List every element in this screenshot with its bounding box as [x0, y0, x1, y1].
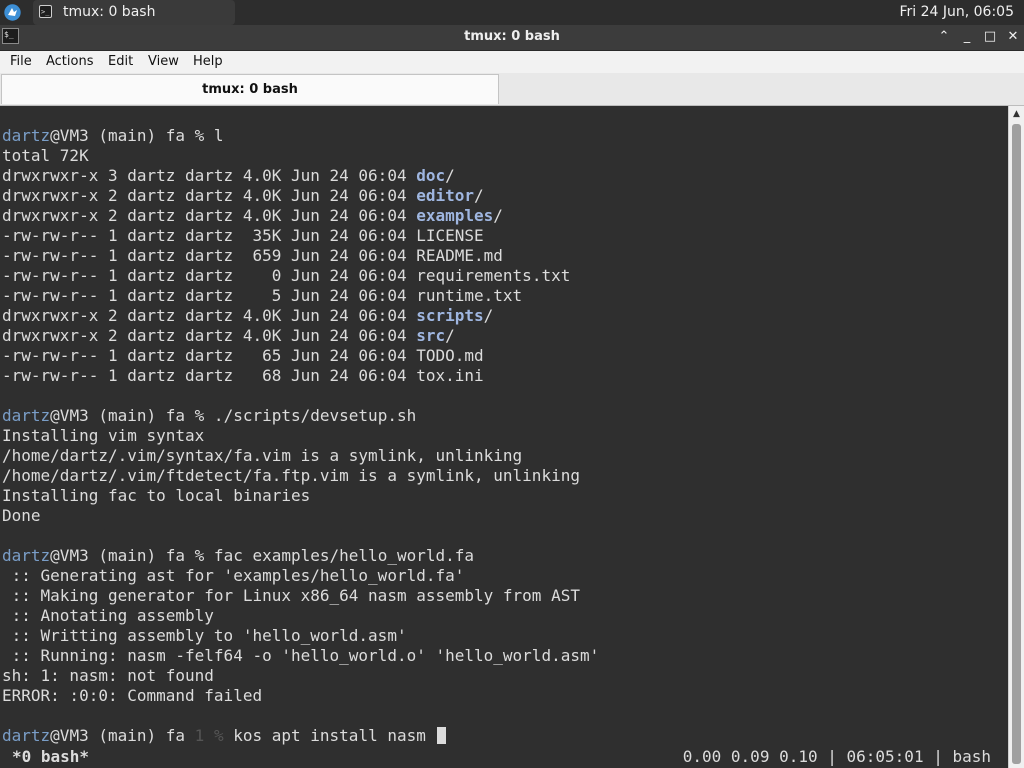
- exit-code: 1 %: [194, 726, 224, 745]
- start-menu-icon[interactable]: [4, 4, 21, 21]
- taskbar-item-tmux[interactable]: >_ tmux: 0 bash: [33, 0, 235, 25]
- ls-entry-suffix: /: [445, 166, 455, 185]
- file-name: README.md: [416, 246, 503, 265]
- tmux-window-indicator[interactable]: *0 bash*: [12, 746, 89, 768]
- output-line: :: Writting assembly to 'hello_world.asm…: [2, 626, 407, 645]
- prompt-user: dartz: [2, 126, 51, 145]
- output-line: Installing fac to local binaries: [2, 486, 311, 505]
- prompt-user: dartz: [2, 726, 51, 745]
- ls-entry-meta: drwxrwxr-x 2 dartz dartz 4.0K Jun 24 06:…: [2, 186, 417, 205]
- ls-entry-meta: drwxrwxr-x 2 dartz dartz 4.0K Jun 24 06:…: [2, 206, 417, 225]
- ls-entry-meta: drwxrwxr-x 2 dartz dartz 4.0K Jun 24 06:…: [2, 306, 417, 325]
- output-line: :: Making generator for Linux x86_64 nas…: [2, 586, 580, 605]
- window-title: tmux: 0 bash: [464, 29, 560, 44]
- output-line: Installing vim syntax: [2, 426, 205, 445]
- output-line: :: Anotating assembly: [2, 606, 214, 625]
- prompt-line: dartz@VM3 (main) fa % fac examples/hello…: [2, 546, 474, 566]
- prompt-text: @VM3 (main) fa: [50, 726, 195, 745]
- ls-entry: drwxrwxr-x 2 dartz dartz 4.0K Jun 24 06:…: [2, 186, 484, 206]
- ls-entry-suffix: /: [445, 326, 455, 345]
- ls-entry-meta: -rw-rw-r-- 1 dartz dartz 0 Jun 24 06:04: [2, 266, 417, 285]
- ls-entry: drwxrwxr-x 3 dartz dartz 4.0K Jun 24 06:…: [2, 166, 455, 186]
- ls-entry-suffix: /: [493, 206, 503, 225]
- current-prompt-line: dartz@VM3 (main) fa 1 % kos apt install …: [2, 726, 446, 746]
- menu-help[interactable]: Help: [193, 54, 223, 69]
- ls-entry-meta: drwxrwxr-x 3 dartz dartz 4.0K Jun 24 06:…: [2, 166, 417, 185]
- prompt-user: dartz: [2, 546, 51, 565]
- prompt-line: dartz@VM3 (main) fa % l: [2, 126, 224, 146]
- file-name: LICENSE: [416, 226, 484, 245]
- directory-name: examples: [416, 206, 494, 225]
- command-text: @VM3 (main) fa % l: [50, 126, 224, 145]
- tab-label: tmux: 0 bash: [202, 82, 298, 97]
- output-line: /home/dartz/.vim/syntax/fa.vim is a syml…: [2, 446, 523, 465]
- close-button[interactable]: ✕: [1004, 28, 1022, 46]
- scrollbar-thumb[interactable]: [1012, 124, 1021, 764]
- ls-entry-meta: -rw-rw-r-- 1 dartz dartz 68 Jun 24 06:04: [2, 366, 417, 385]
- ls-entry-meta: -rw-rw-r-- 1 dartz dartz 35K Jun 24 06:0…: [2, 226, 417, 245]
- ls-entry: drwxrwxr-x 2 dartz dartz 4.0K Jun 24 06:…: [2, 306, 493, 326]
- prompt-line: dartz@VM3 (main) fa % ./scripts/devsetup…: [2, 406, 416, 426]
- minimize-button[interactable]: _: [958, 28, 976, 46]
- file-name: requirements.txt: [416, 266, 571, 285]
- ls-entry: -rw-rw-r-- 1 dartz dartz 68 Jun 24 06:04…: [2, 366, 484, 386]
- ls-entry: drwxrwxr-x 2 dartz dartz 4.0K Jun 24 06:…: [2, 206, 503, 226]
- directory-name: doc: [416, 166, 446, 185]
- ls-entry-meta: -rw-rw-r-- 1 dartz dartz 659 Jun 24 06:0…: [2, 246, 417, 265]
- tab-bar: tmux: 0 bash: [0, 73, 1024, 106]
- menu-view[interactable]: View: [148, 54, 179, 69]
- file-name: runtime.txt: [416, 286, 523, 305]
- file-name: tox.ini: [416, 366, 484, 385]
- ls-entry: drwxrwxr-x 2 dartz dartz 4.0K Jun 24 06:…: [2, 326, 455, 346]
- text-cursor: [436, 727, 446, 744]
- menu-edit[interactable]: Edit: [108, 54, 133, 69]
- window-title-bar[interactable]: $_ tmux: 0 bash ⌃ _ □ ✕: [0, 25, 1024, 51]
- menu-actions[interactable]: Actions: [46, 54, 94, 69]
- output-line: ERROR: :0:0: Command failed: [2, 686, 263, 705]
- output-line: Done: [2, 506, 41, 525]
- ls-entry-suffix: /: [474, 186, 484, 205]
- terminal-icon: >_: [39, 5, 52, 18]
- terminal-output[interactable]: dartz@VM3 (main) fa % l total 72K drwxrw…: [0, 106, 1008, 768]
- command-text: @VM3 (main) fa % ./scripts/devsetup.sh: [50, 406, 417, 425]
- output-line: /home/dartz/.vim/ftdetect/fa.ftp.vim is …: [2, 466, 580, 485]
- ls-entry-suffix: /: [483, 306, 494, 325]
- ls-entry-meta: -rw-rw-r-- 1 dartz dartz 5 Jun 24 06:04: [2, 286, 417, 305]
- ls-entry-meta: -rw-rw-r-- 1 dartz dartz 65 Jun 24 06:04: [2, 346, 417, 365]
- top-panel: >_ tmux: 0 bash Fri 24 Jun, 06:05: [0, 0, 1024, 25]
- output-line: :: Generating ast for 'examples/hello_wo…: [2, 566, 465, 585]
- ls-entry: -rw-rw-r-- 1 dartz dartz 0 Jun 24 06:04 …: [2, 266, 570, 286]
- output-line: sh: 1: nasm: not found: [2, 666, 214, 685]
- maximize-button[interactable]: □: [981, 28, 999, 46]
- directory-name: scripts: [416, 306, 484, 325]
- ls-entry: -rw-rw-r-- 1 dartz dartz 5 Jun 24 06:04 …: [2, 286, 522, 306]
- directory-name: src: [416, 326, 446, 345]
- prompt-user: dartz: [2, 406, 51, 425]
- vertical-scrollbar[interactable]: ▲: [1008, 106, 1024, 768]
- command-input[interactable]: kos apt install nasm: [224, 726, 436, 745]
- tmux-status-bar: *0 bash* 0.00 0.09 0.10 | 06:05:01 | bas…: [0, 746, 1008, 768]
- clock[interactable]: Fri 24 Jun, 06:05: [899, 4, 1014, 20]
- ls-entry: -rw-rw-r-- 1 dartz dartz 65 Jun 24 06:04…: [2, 346, 484, 366]
- taskbar-item-label: tmux: 0 bash: [63, 4, 156, 20]
- output-line: :: Running: nasm -felf64 -o 'hello_world…: [2, 646, 600, 665]
- ls-entry-meta: drwxrwxr-x 2 dartz dartz 4.0K Jun 24 06:…: [2, 326, 417, 345]
- file-name: TODO.md: [416, 346, 484, 365]
- output-line: total 72K: [2, 146, 89, 165]
- menu-bar: File Actions Edit View Help: [0, 51, 1024, 74]
- ls-entry: -rw-rw-r-- 1 dartz dartz 659 Jun 24 06:0…: [2, 246, 503, 266]
- directory-name: editor: [416, 186, 475, 205]
- menu-file[interactable]: File: [10, 54, 32, 69]
- shade-button[interactable]: ⌃: [935, 28, 953, 46]
- tab-tmux[interactable]: tmux: 0 bash: [1, 74, 499, 104]
- command-text: @VM3 (main) fa % fac examples/hello_worl…: [50, 546, 475, 565]
- scroll-up-icon[interactable]: ▲: [1009, 106, 1024, 122]
- tmux-status-right: 0.00 0.09 0.10 | 06:05:01 | bash: [682, 747, 991, 766]
- ls-entry: -rw-rw-r-- 1 dartz dartz 35K Jun 24 06:0…: [2, 226, 484, 246]
